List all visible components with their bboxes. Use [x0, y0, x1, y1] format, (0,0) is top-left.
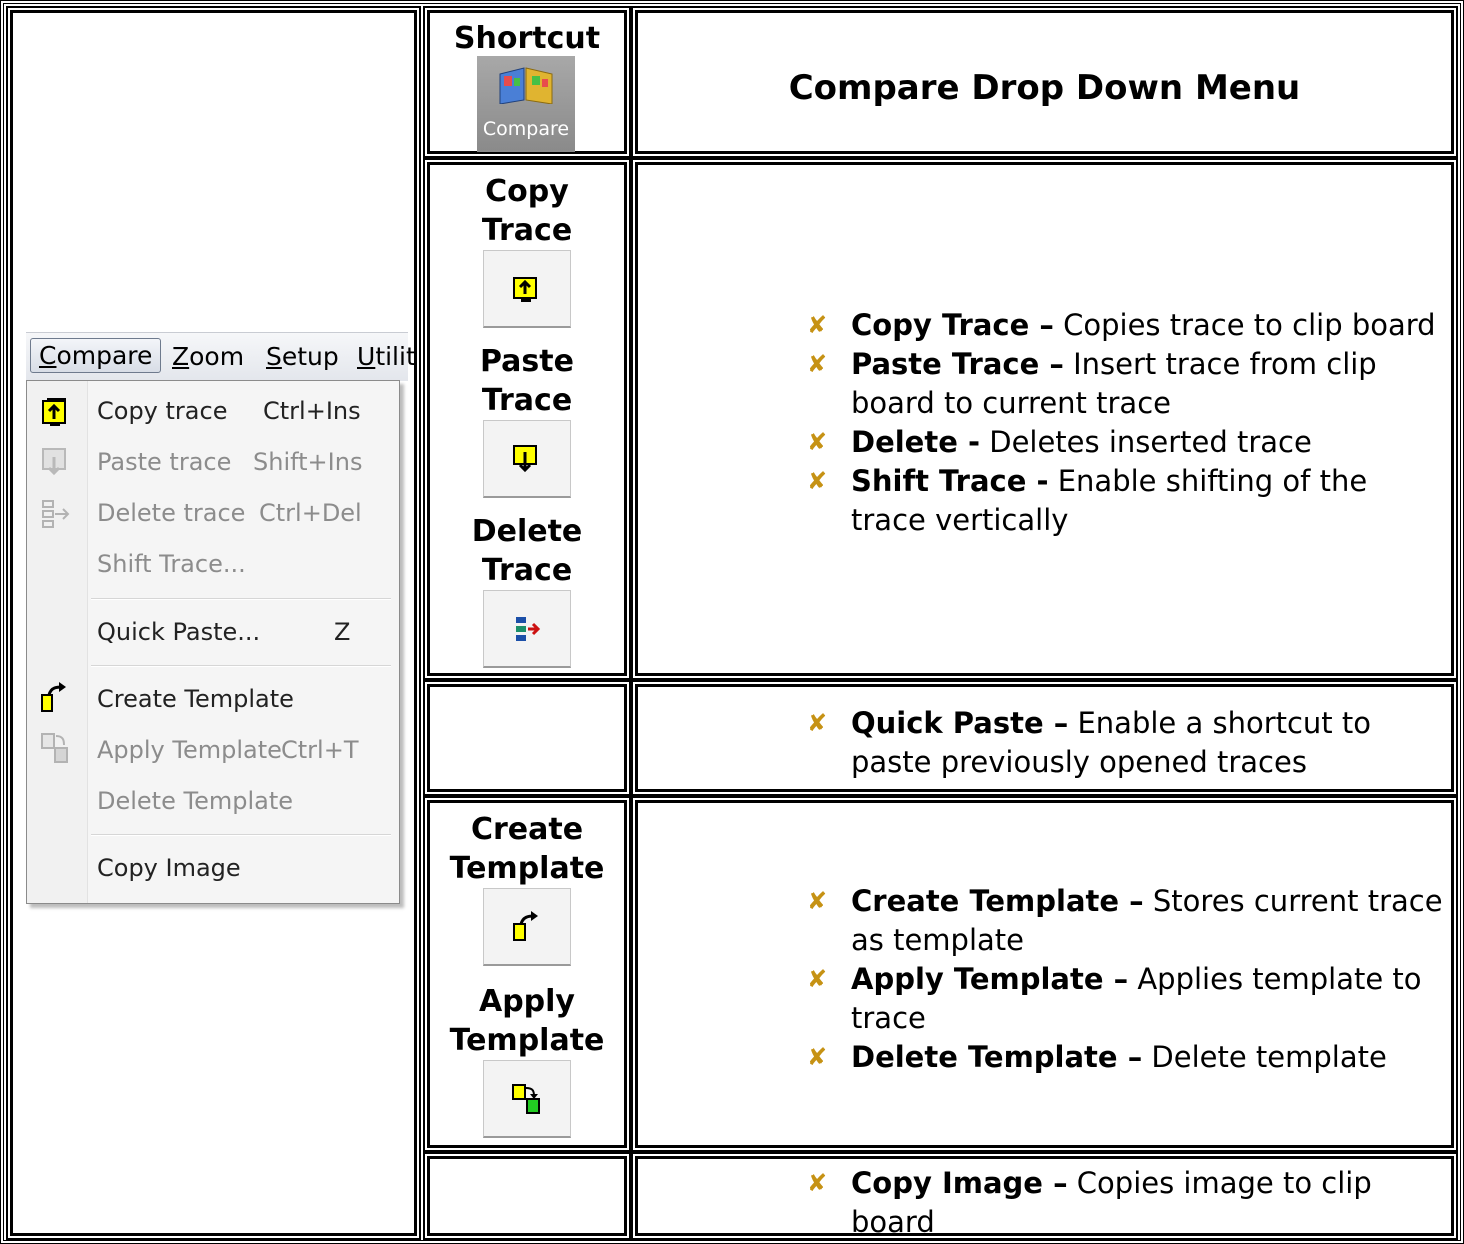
- term: Paste Trace –: [851, 347, 1064, 381]
- trace-description-cell: ✘ Copy Trace – Copies trace to clip board…: [631, 158, 1458, 680]
- definition: Deletes inserted trace: [980, 425, 1312, 459]
- bullet-x-icon: ✘: [807, 887, 828, 915]
- compare-menu-screenshot: Compare Zoom Setup Utilit Copy trace Ctr…: [26, 332, 416, 912]
- term: Create Template –: [851, 884, 1144, 918]
- create-template-icon: [513, 910, 538, 941]
- quick-paste-description-cell: ✘ Quick Paste – Enable a shortcut to past…: [631, 680, 1458, 796]
- delete-trace-icon: [516, 616, 541, 641]
- bullet-x-icon: ✘: [807, 1043, 828, 1071]
- list-item: ✘ Delete - Deletes inserted trace: [807, 423, 1447, 462]
- menu-separator: [91, 665, 391, 667]
- compare-dropdown: Copy trace Ctrl+Ins Paste trace Shift+In…: [26, 380, 400, 904]
- copy-trace-icon: [513, 276, 537, 302]
- trace-bullets: ✘ Copy Trace – Copies trace to clip board…: [807, 306, 1447, 540]
- menu-separator: [91, 598, 391, 600]
- shortcut-apply-template: Ctrl+T: [281, 736, 359, 764]
- paste-trace-icon: [42, 448, 66, 476]
- delete-trace-title-1: Delete: [471, 514, 583, 549]
- menu-item-delete-template[interactable]: Delete Template: [97, 787, 293, 815]
- bullet-x-icon: ✘: [807, 350, 828, 378]
- bullet-x-icon: ✘: [807, 1169, 828, 1197]
- create-template-button[interactable]: [483, 888, 571, 966]
- shortcut-paste-trace: Shift+Ins: [253, 448, 363, 476]
- menu-bar: Compare Zoom Setup Utilit: [26, 332, 416, 381]
- shortcut-quick-paste: Z: [334, 618, 351, 646]
- list-item: ✘ Shift Trace - Enable shifting of the tr…: [807, 462, 1447, 540]
- bullet-x-icon: ✘: [807, 965, 828, 993]
- shortcut-copy-trace: Ctrl+Ins: [263, 397, 361, 425]
- apply-template-button[interactable]: [483, 1060, 571, 1138]
- bullet-x-icon: ✘: [807, 428, 828, 456]
- list-item: ✘ Paste Trace – Insert trace from clip bo…: [807, 345, 1447, 423]
- menu-item-apply-template[interactable]: Apply Template: [97, 736, 282, 764]
- copy-image-bullets: ✘ Copy Image – Copies image to clip board: [807, 1164, 1447, 1242]
- page-title: Compare Drop Down Menu: [788, 68, 1301, 108]
- term: Apply Template –: [851, 962, 1129, 996]
- menu-compare[interactable]: Compare: [30, 338, 162, 373]
- term: Copy Image –: [851, 1166, 1068, 1200]
- bullet-x-icon: ✘: [807, 709, 828, 737]
- title-cell: Compare Drop Down Menu: [631, 6, 1458, 158]
- list-item: ✘ Quick Paste – Enable a shortcut to past…: [807, 704, 1447, 782]
- bullet-x-icon: ✘: [807, 467, 828, 495]
- term: Delete -: [851, 425, 981, 459]
- definition: Delete template: [1142, 1040, 1387, 1074]
- menu-item-paste-trace[interactable]: Paste trace: [97, 448, 231, 476]
- template-bullets: ✘ Create Template – Stores current trace …: [807, 882, 1447, 1077]
- menu-utilities[interactable]: Utilit: [357, 342, 416, 371]
- definition: Copies trace to clip board: [1053, 308, 1436, 342]
- delete-trace-title-2: Trace: [481, 553, 573, 588]
- copy-image-description-cell: ✘ Copy Image – Copies image to clip board: [631, 1152, 1458, 1240]
- menu-item-copy-image[interactable]: Copy Image: [97, 854, 241, 882]
- paste-trace-button[interactable]: [483, 420, 571, 498]
- menu-separator: [91, 834, 391, 836]
- list-item: ✘ Delete Template – Delete template: [807, 1038, 1447, 1077]
- menu-zoom[interactable]: Zoom: [172, 342, 244, 371]
- menu-compare-label: ompare: [56, 341, 153, 370]
- menu-item-create-template[interactable]: Create Template: [97, 685, 294, 713]
- menu-item-shift-trace[interactable]: Shift Trace...: [97, 550, 246, 578]
- term: Copy Trace –: [851, 308, 1054, 342]
- create-template-icon: [41, 682, 66, 712]
- copy-trace-title-2: Trace: [481, 213, 573, 248]
- menu-setup[interactable]: Setup: [266, 342, 339, 371]
- copy-trace-title-1: Copy: [485, 174, 569, 209]
- copy-trace-button[interactable]: [483, 250, 571, 328]
- compare-icon-label: Compare: [482, 118, 570, 140]
- menu-item-quick-paste[interactable]: Quick Paste...: [97, 618, 260, 646]
- apply-template-icon: [512, 1083, 540, 1114]
- apply-template-title-1: Apply: [478, 984, 575, 1019]
- paste-trace-title-1: Paste: [480, 344, 574, 379]
- apply-template-title-2: Template: [449, 1023, 605, 1058]
- shortcut-heading: Shortcut: [453, 21, 601, 56]
- paste-trace-icon: [513, 444, 537, 472]
- copy-image-shortcut-cell: [423, 1152, 631, 1240]
- paste-trace-title-2: Trace: [481, 383, 573, 418]
- term: Shift Trace -: [851, 464, 1049, 498]
- copy-trace-icon: [42, 398, 66, 426]
- apply-template-icon: [41, 733, 68, 763]
- delete-trace-button[interactable]: [483, 590, 571, 668]
- menu-item-copy-trace[interactable]: Copy trace: [97, 397, 227, 425]
- term: Quick Paste –: [851, 706, 1069, 740]
- create-template-title-1: Create: [470, 812, 584, 847]
- quick-paste-shortcut-cell: [423, 680, 631, 796]
- quick-paste-bullets: ✘ Quick Paste – Enable a shortcut to past…: [807, 704, 1447, 782]
- term: Delete Template –: [851, 1040, 1143, 1074]
- template-shortcuts-cell: Create Template Apply Template: [423, 796, 631, 1152]
- template-description-cell: ✘ Create Template – Stores current trace …: [631, 796, 1458, 1152]
- trace-shortcuts-cell: Copy Trace Paste Trace Delete Trace: [423, 158, 631, 680]
- list-item: ✘ Copy Trace – Copies trace to clip board: [807, 306, 1447, 345]
- list-item: ✘ Apply Template – Applies template to tr…: [807, 960, 1447, 1038]
- list-item: ✘ Copy Image – Copies image to clip board: [807, 1164, 1447, 1242]
- delete-trace-icon: [42, 500, 70, 528]
- compare-book-icon: [499, 67, 553, 104]
- shortcut-header-cell: Shortcut Compare: [423, 6, 631, 158]
- create-template-title-2: Template: [449, 851, 605, 886]
- bullet-x-icon: ✘: [807, 311, 828, 339]
- list-item: ✘ Create Template – Stores current trace …: [807, 882, 1447, 960]
- compare-shortcut-button[interactable]: Compare: [477, 56, 575, 152]
- shortcut-delete-trace: Ctrl+Del: [259, 499, 362, 527]
- menu-item-delete-trace[interactable]: Delete trace: [97, 499, 245, 527]
